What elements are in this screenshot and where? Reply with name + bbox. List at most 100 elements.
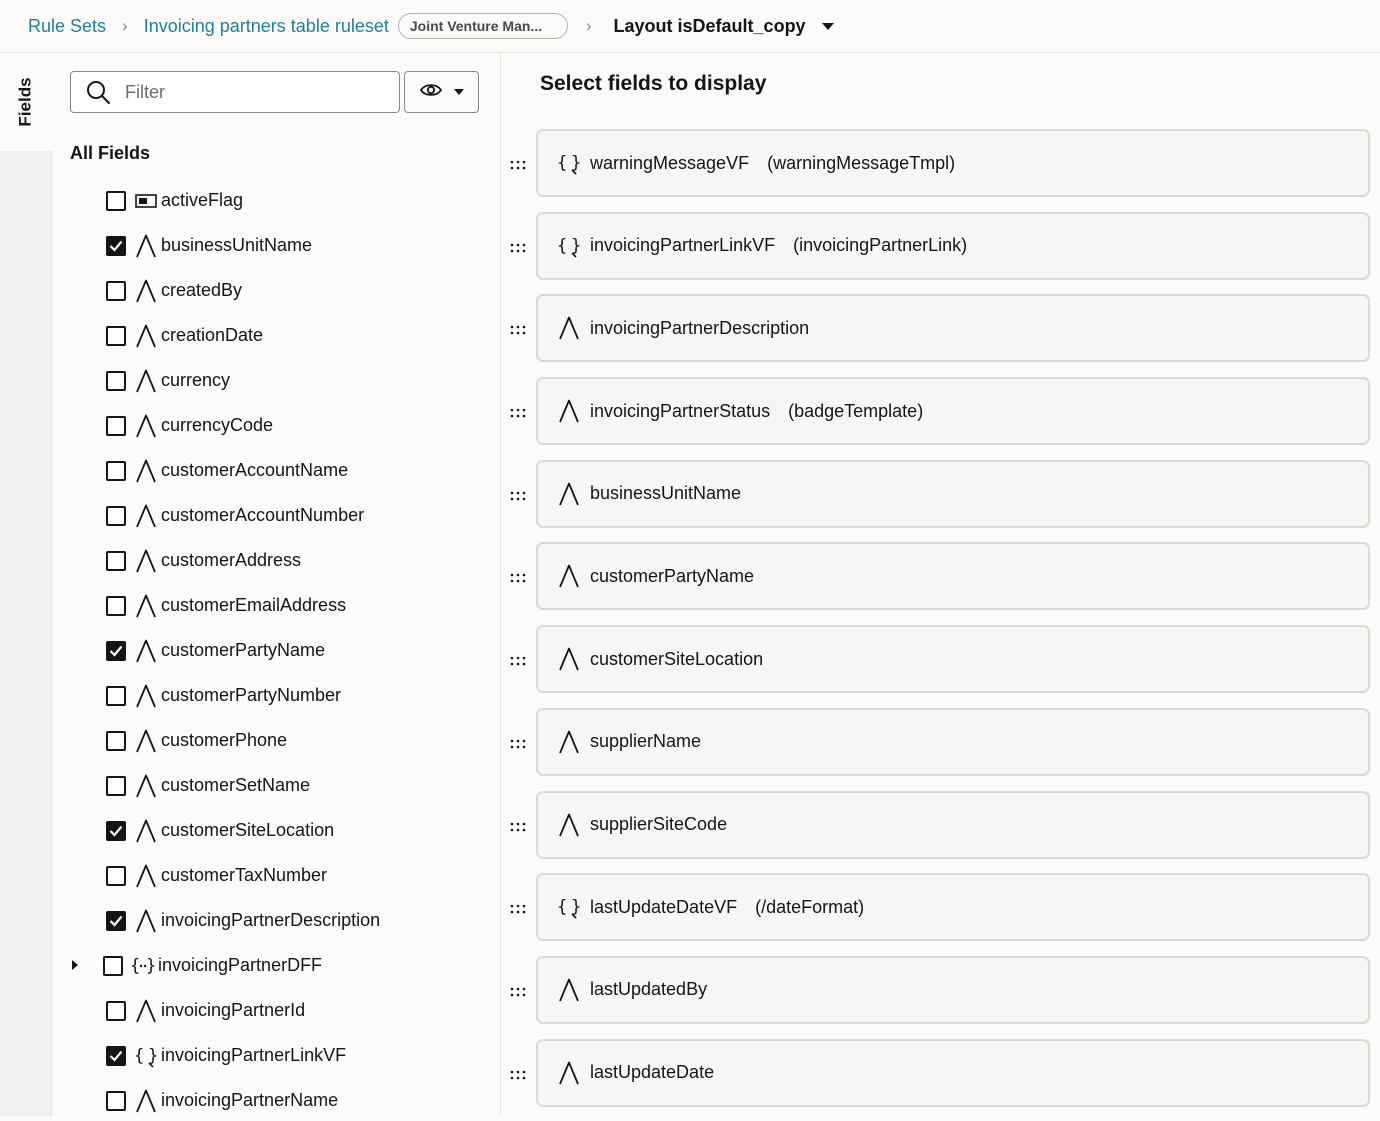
view-menu-button[interactable]: [404, 71, 479, 113]
drag-handle-icon[interactable]: [510, 488, 526, 501]
field-item[interactable]: creationDate: [52, 313, 500, 358]
selected-field-card[interactable]: invoicingPartnerDescription: [536, 294, 1370, 363]
field-item[interactable]: customerTaxNumber: [52, 853, 500, 898]
selected-field-row: customerPartyName: [502, 542, 1380, 625]
field-label: customerEmailAddress: [161, 595, 347, 615]
tab-fields[interactable]: Fields: [0, 53, 52, 151]
field-item[interactable]: customerPhone: [52, 718, 500, 763]
drag-handle-icon[interactable]: [510, 405, 526, 418]
field-checkbox[interactable]: [106, 595, 126, 616]
field-item[interactable]: customerAccountNumber: [52, 493, 500, 538]
breadcrumb-rule-sets-link[interactable]: Rule Sets: [28, 16, 106, 37]
field-checkbox[interactable]: [106, 460, 126, 481]
text-type-icon: [133, 278, 159, 304]
field-item[interactable]: customerAddress: [52, 538, 500, 583]
field-item[interactable]: {}invoicingPartnerDFF: [52, 943, 500, 988]
field-checkbox[interactable]: [106, 235, 126, 256]
drag-handle-icon[interactable]: [510, 736, 526, 749]
selected-fields-list: {} warningMessageVF (warningMessageTmpl) {}…: [502, 129, 1380, 1121]
field-checkbox[interactable]: [106, 640, 126, 661]
selected-field-card[interactable]: customerSiteLocation: [536, 625, 1370, 694]
selected-field-card[interactable]: {} warningMessageVF (warningMessageTmpl): [536, 129, 1370, 197]
layout-switcher[interactable]: Layout isDefault_copy: [614, 16, 834, 37]
field-checkbox[interactable]: [106, 190, 126, 211]
svg-text:{: {: [131, 956, 140, 976]
field-checkbox[interactable]: [106, 820, 126, 841]
selected-field-template: (invoicingPartnerLink): [793, 235, 968, 256]
selected-field-name: invoicingPartnerDescription: [590, 317, 810, 338]
selected-field-card[interactable]: supplierName: [536, 707, 1370, 776]
selected-field-card[interactable]: businessUnitName: [536, 459, 1370, 528]
text-type-icon: [133, 458, 159, 484]
drag-handle-icon[interactable]: [510, 570, 526, 583]
field-checkbox[interactable]: [106, 370, 126, 391]
field-checkbox[interactable]: [106, 550, 126, 571]
caret-down-icon: [453, 89, 464, 95]
drag-handle-icon[interactable]: [510, 653, 526, 666]
text-type-icon: [133, 368, 159, 394]
field-label: invoicingPartnerName: [161, 1090, 339, 1110]
selected-field-row: supplierSiteCode: [502, 790, 1380, 874]
field-label: customerAccountNumber: [161, 505, 365, 525]
drag-handle-icon[interactable]: [510, 1067, 526, 1079]
field-item[interactable]: customerEmailAddress: [52, 583, 500, 628]
drag-handle-icon[interactable]: [510, 322, 526, 335]
field-item[interactable]: businessUnitName: [52, 223, 500, 268]
selected-field-row: invoicingPartnerStatus (badgeTemplate): [502, 377, 1380, 460]
tab-fields-label: Fields: [15, 77, 35, 127]
field-checkbox[interactable]: [106, 730, 126, 751]
field-checkbox[interactable]: [106, 415, 126, 436]
drag-handle-icon[interactable]: [510, 240, 526, 252]
field-checkbox[interactable]: [106, 280, 126, 301]
text-type-icon: [133, 323, 159, 349]
field-item[interactable]: createdBy: [52, 268, 500, 313]
field-item[interactable]: customerAccountName: [52, 448, 500, 493]
drag-handle-icon[interactable]: [510, 157, 526, 170]
field-checkbox[interactable]: [106, 685, 126, 706]
field-item[interactable]: currencyCode: [52, 403, 500, 448]
text-type-icon: [133, 413, 159, 439]
selected-field-template: (badgeTemplate): [788, 400, 924, 421]
field-item[interactable]: invoicingPartnerId: [52, 988, 500, 1033]
field-label: currency: [161, 370, 231, 390]
field-item[interactable]: {} invoicingPartnerLinkVF: [52, 1033, 500, 1078]
field-checkbox[interactable]: [106, 505, 126, 526]
expand-toggle-icon[interactable]: [72, 960, 78, 970]
selected-field-card[interactable]: lastUpdatedBy: [536, 955, 1370, 1024]
caret-down-icon: [821, 22, 834, 30]
field-checkbox[interactable]: [106, 775, 126, 796]
field-item[interactable]: customerSetName: [52, 763, 500, 808]
field-checkbox[interactable]: [106, 910, 126, 931]
filter-field[interactable]: [70, 71, 400, 113]
selected-field-row: lastUpdateDate: [502, 1038, 1380, 1121]
selected-field-template: (/dateFormat): [755, 896, 865, 917]
breadcrumb-ruleset-link[interactable]: Invoicing partners table ruleset: [144, 16, 389, 37]
field-item[interactable]: customerSiteLocation: [52, 808, 500, 853]
selected-field-card[interactable]: {} lastUpdateDateVF (/dateFormat): [536, 873, 1370, 942]
selected-field-card[interactable]: invoicingPartnerStatus (badgeTemplate): [536, 377, 1370, 446]
field-checkbox[interactable]: [106, 1045, 126, 1066]
selected-field-card[interactable]: customerPartyName: [536, 542, 1370, 611]
field-label: customerTaxNumber: [161, 865, 328, 885]
field-item[interactable]: customerPartyNumber: [52, 673, 500, 718]
field-item[interactable]: invoicingPartnerName: [52, 1078, 500, 1116]
field-checkbox[interactable]: [106, 325, 126, 346]
field-checkbox[interactable]: [106, 1000, 126, 1021]
selected-field-card[interactable]: lastUpdateDate: [536, 1038, 1370, 1107]
field-label: createdBy: [161, 280, 243, 300]
selected-field-card[interactable]: {} invoicingPartnerLinkVF (invoicingPartne…: [536, 211, 1370, 280]
svg-text:{: {: [557, 897, 567, 917]
field-item[interactable]: customerPartyName: [52, 628, 500, 673]
field-checkbox[interactable]: [103, 955, 123, 976]
field-item[interactable]: invoicingPartnerDescription: [52, 898, 500, 943]
field-checkbox[interactable]: [106, 865, 126, 886]
drag-handle-icon[interactable]: [510, 819, 526, 831]
field-item[interactable]: activeFlag: [52, 178, 500, 223]
drag-handle-icon[interactable]: [510, 901, 526, 914]
field-checkbox[interactable]: [106, 1090, 126, 1111]
field-item[interactable]: currency: [52, 358, 500, 403]
selected-field-card[interactable]: supplierSiteCode: [536, 790, 1370, 859]
drag-handle-icon[interactable]: [510, 984, 526, 997]
filter-input[interactable]: [125, 81, 385, 103]
field-label: customerAccountName: [161, 460, 349, 480]
